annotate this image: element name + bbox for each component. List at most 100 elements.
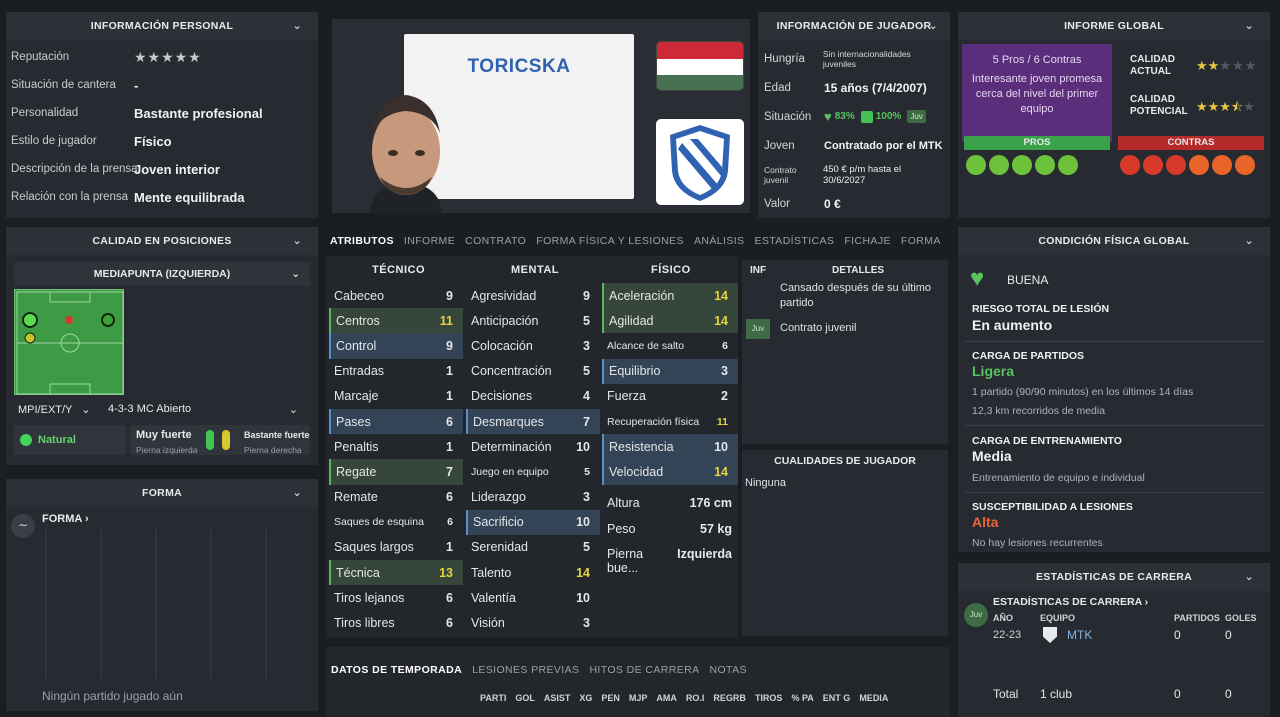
positions-header[interactable]: CALIDAD EN POSICIONES ⌄ [6, 227, 318, 255]
attribute-row[interactable]: Liderazgo 3 [466, 485, 600, 510]
season-col-header[interactable]: % PA [791, 693, 813, 705]
season-tab-1[interactable]: DATOS DE TEMPORADA [331, 664, 462, 676]
attribute-name: Desmarques [473, 414, 544, 429]
season-col-header[interactable]: XG [579, 693, 592, 705]
attribute-row[interactable]: Resistencia 10 [602, 434, 738, 460]
attribute-row[interactable]: Valentía 10 [466, 585, 600, 610]
attribute-row[interactable]: Concentración 5 [466, 359, 600, 384]
attribute-row[interactable]: Remate 6 [329, 485, 463, 510]
chevron-down-icon[interactable]: ⌄ [292, 19, 302, 32]
form-header[interactable]: FORMA ⌄ [6, 479, 318, 507]
attribute-row[interactable]: Tiros libres 6 [329, 610, 463, 635]
player-face-image [360, 81, 450, 213]
positions-panel: CALIDAD EN POSICIONES ⌄ MEDIAPUNTA (IZQUI… [6, 227, 318, 622]
age-row: Edad 15 años (7/4/2007) [764, 80, 927, 95]
career-header[interactable]: ESTADÍSTICAS DE CARRERA ⌄ [958, 563, 1270, 591]
attribute-row[interactable]: Alcance de salto 6 [602, 333, 738, 358]
attribute-row[interactable]: Equilibrio 3 [602, 358, 738, 384]
season-col-header[interactable]: PARTI [480, 693, 506, 705]
attribute-row[interactable]: Penaltis 1 [329, 434, 463, 459]
attribute-value: 3 [583, 338, 590, 353]
report-header[interactable]: INFORME GLOBAL ⌄ [958, 12, 1270, 40]
attribute-row[interactable]: Anticipación 5 [466, 308, 600, 333]
attribute-name: Agilidad [609, 313, 654, 328]
attribute-row[interactable]: Sacrificio 10 [466, 509, 600, 535]
tab-7[interactable]: FICHAJE [844, 235, 891, 247]
attribute-name: Control [336, 338, 377, 353]
chevron-down-icon[interactable]: ⌄ [292, 486, 302, 499]
tab-4[interactable]: FORMA FÍSICA Y LESIONES [536, 235, 684, 247]
position-selector[interactable]: MEDIAPUNTA (IZQUIERDA) ⌄ [14, 262, 310, 286]
tab-2[interactable]: INFORME [404, 235, 455, 247]
attribute-row[interactable]: Marcaje 1 [329, 384, 463, 409]
player-info-header[interactable]: INFORMACIÓN DE JUGADOR ⌄ [758, 12, 950, 40]
personal-row-label: Personalidad [11, 107, 79, 119]
attribute-value: 11 [716, 415, 728, 428]
season-col-header[interactable]: PEN [601, 693, 620, 705]
attribute-row[interactable]: Entradas 1 [329, 359, 463, 384]
chevron-down-icon[interactable]: ⌄ [1244, 234, 1254, 247]
attribute-value: 7 [583, 414, 590, 429]
season-col-header[interactable]: RO.I [686, 693, 705, 705]
attribute-row[interactable]: Agilidad 14 [602, 308, 738, 334]
attribute-row[interactable]: Pases 6 [329, 408, 463, 435]
star-icon [1189, 155, 1209, 175]
foot-panel: Muy fuerte Pierna izquierda Bastante fue… [130, 425, 310, 455]
attribute-row[interactable]: Serenidad 5 [466, 535, 600, 560]
attribute-row[interactable]: Saques de esquina 6 [329, 510, 463, 535]
attribute-row[interactable]: Regate 7 [329, 459, 463, 485]
attribute-row[interactable]: Juego en equipo 5 [466, 459, 600, 484]
season-col-header[interactable]: MEDIA [859, 693, 888, 705]
season-tab-4[interactable]: NOTAS [710, 664, 747, 676]
tab-8[interactable]: FORMA [901, 235, 941, 247]
attribute-row[interactable]: Aceleración 14 [602, 283, 738, 309]
attribute-row[interactable]: Técnica 13 [329, 560, 463, 586]
chevron-down-icon[interactable]: ⌄ [1244, 570, 1254, 583]
personal-info-header[interactable]: INFORMACIÓN PERSONAL ⌄ [6, 12, 318, 40]
attribute-row[interactable]: Cabeceo 9 [329, 283, 463, 308]
season-col-header[interactable]: ENT G [823, 693, 851, 705]
attribute-row[interactable]: Visión 3 [466, 610, 600, 635]
season-col-header[interactable]: ASIST [544, 693, 571, 705]
attribute-row[interactable]: Colocación 3 [466, 333, 600, 358]
season-col-header[interactable]: REGRB [713, 693, 746, 705]
chevron-down-icon[interactable]: ⌄ [1244, 19, 1254, 32]
cons-icons [1120, 155, 1255, 175]
personal-row-value: Físico [134, 134, 172, 149]
attribute-row[interactable]: Tiros lejanos 6 [329, 585, 463, 610]
season-tab-2[interactable]: LESIONES PREVIAS [472, 664, 579, 676]
chevron-down-icon: ⌄ [81, 404, 91, 416]
formation-dropdown[interactable]: 4-3-3 MC Abierto ⌄ [108, 403, 298, 416]
chevron-down-icon[interactable]: ⌄ [292, 234, 302, 247]
attribute-row[interactable]: Recuperación física 11 [602, 409, 738, 434]
position-dropdown[interactable]: MPI/EXT/Y ⌄ [18, 403, 98, 416]
attribute-row[interactable]: Talento 14 [466, 560, 600, 585]
tab-5[interactable]: ANÁLISIS [694, 235, 744, 247]
season-col-header[interactable]: TIROS [755, 693, 783, 705]
tab-3[interactable]: CONTRATO [465, 235, 526, 247]
club-badge-icon [656, 119, 744, 205]
attribute-row[interactable]: Desmarques 7 [466, 408, 600, 435]
attribute-row[interactable]: Agresividad 9 [466, 283, 600, 308]
attribute-value: 14 [714, 313, 728, 328]
attribute-row[interactable]: Saques largos 1 [329, 535, 463, 560]
tab-6[interactable]: ESTADÍSTICAS [754, 235, 834, 247]
season-col-header[interactable]: AMA [656, 693, 677, 705]
season-col-header[interactable]: GOL [515, 693, 535, 705]
tab-1[interactable]: ATRIBUTOS [330, 235, 394, 247]
form-link[interactable]: FORMA › [42, 513, 89, 525]
fitness-header[interactable]: CONDICIÓN FÍSICA GLOBAL ⌄ [958, 227, 1270, 255]
bottle-icon [1012, 155, 1032, 175]
attribute-row[interactable]: Control 9 [329, 333, 463, 359]
attribute-value: 1 [446, 389, 453, 404]
attribute-row[interactable]: Determinación 10 [466, 434, 600, 459]
season-tab-3[interactable]: HITOS DE CARRERA [589, 664, 699, 676]
chevron-down-icon[interactable]: ⌄ [928, 19, 938, 32]
attribute-row[interactable]: Decisiones 4 [466, 384, 600, 409]
season-col-header[interactable]: MJP [629, 693, 648, 705]
career-link[interactable]: ESTADÍSTICAS DE CARRERA › [993, 596, 1148, 608]
attribute-row[interactable]: Centros 11 [329, 308, 463, 334]
pitch-diagram[interactable] [14, 289, 124, 395]
attribute-row[interactable]: Fuerza 2 [602, 384, 738, 409]
attribute-row[interactable]: Velocidad 14 [602, 459, 738, 485]
